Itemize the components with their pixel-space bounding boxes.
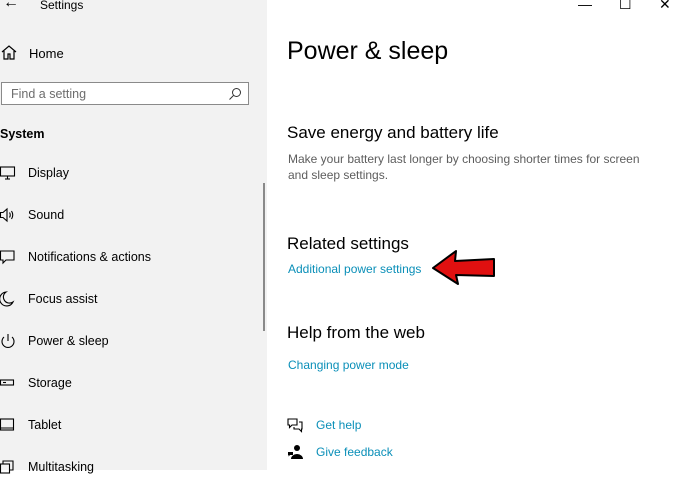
give-feedback-row[interactable]: Give feedback [287,444,393,460]
sidebar-item-label: Focus assist [28,292,98,306]
sidebar-item-label: Power & sleep [28,334,109,348]
sidebar-item-home[interactable]: Home [0,40,260,66]
sidebar-item-sound[interactable]: Sound [0,200,260,230]
home-icon [1,45,17,60]
sidebar-item-power-sleep[interactable]: Power & sleep [0,326,260,356]
sidebar-item-focus-assist[interactable]: Focus assist [0,284,260,314]
notifications-icon [0,250,15,265]
sidebar-item-label: Display [28,166,69,180]
page-title: Power & sleep [287,37,449,65]
search-icon [229,87,241,100]
maximize-button[interactable]: ☐ [619,0,632,13]
sidebar-item-notifications[interactable]: Notifications & actions [0,242,260,272]
save-energy-description: Make your battery last longer by choosin… [288,152,640,182]
minimize-button[interactable]: — [578,0,592,12]
power-icon [1,334,15,348]
section-title-system: System [0,127,45,141]
sidebar-item-label: Tablet [28,418,62,432]
feedback-icon [288,445,303,459]
sound-icon [0,207,14,223]
sidebar-item-label: Storage [28,376,72,390]
focus-assist-icon [0,291,15,307]
save-energy-heading: Save energy and battery life [287,123,499,142]
help-heading: Help from the web [287,323,425,342]
search-placeholder: Find a setting [11,86,87,101]
sidebar-item-label: Multitasking [28,460,94,474]
multitasking-icon [0,460,14,474]
related-settings-heading: Related settings [287,234,409,253]
annotation-arrow-icon [432,250,495,285]
sidebar-scrollbar[interactable] [263,183,265,331]
storage-icon [0,379,15,386]
sidebar-item-display[interactable]: Display [0,158,260,188]
give-feedback-link[interactable]: Give feedback [316,445,393,459]
back-button[interactable]: ← [3,0,19,12]
window-title: Settings [40,0,84,12]
display-icon [0,166,16,180]
close-button[interactable]: ✕ [659,0,671,13]
sidebar-item-label: Notifications & actions [28,250,151,264]
get-help-link[interactable]: Get help [316,418,361,432]
sidebar: ← Settings Home Find a setting System Di… [0,0,267,474]
get-help-icon [287,418,303,433]
search-input[interactable]: Find a setting [1,82,249,105]
sidebar-item-tablet[interactable]: Tablet [0,410,260,440]
home-label: Home [29,45,64,61]
tablet-icon [0,418,15,431]
sidebar-item-label: Sound [28,208,65,222]
sidebar-item-multitasking[interactable]: Multitasking [0,452,260,482]
get-help-row[interactable]: Get help [287,417,361,433]
sidebar-item-storage[interactable]: Storage [0,368,260,398]
additional-power-settings-link[interactable]: Additional power settings [288,262,421,276]
changing-power-mode-link[interactable]: Changing power mode [288,358,409,372]
